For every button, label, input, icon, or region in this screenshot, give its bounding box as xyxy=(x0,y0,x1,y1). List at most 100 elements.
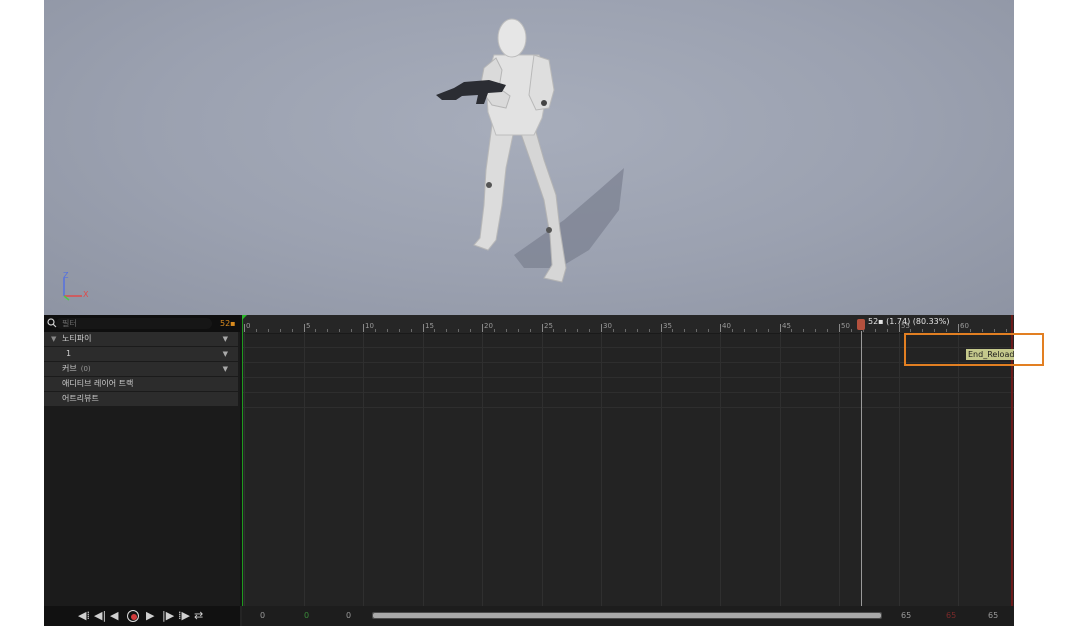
ruler-minor-tick xyxy=(577,329,578,332)
ruler-minor-tick xyxy=(851,329,852,332)
view-start-value[interactable]: 0 xyxy=(260,610,265,622)
character-mannequin-with-weapon xyxy=(436,18,624,283)
record-button[interactable] xyxy=(127,610,139,622)
ruler-minor-tick xyxy=(506,329,507,332)
scrollbar-thumb[interactable] xyxy=(373,613,881,618)
working-end-value[interactable]: 65 xyxy=(946,610,956,622)
ruler-minor-tick xyxy=(994,329,995,332)
filter-input[interactable] xyxy=(56,318,212,329)
ruler-minor-tick xyxy=(530,329,531,332)
head xyxy=(497,18,527,58)
track-row-attributes[interactable]: 어트리뷰트 xyxy=(44,392,238,407)
ruler-minor-tick xyxy=(803,329,804,332)
axis-x-label: X xyxy=(83,290,89,299)
ruler-minor-tick xyxy=(815,329,816,332)
grid-line xyxy=(899,333,900,606)
range-bar: 0 0 0 65 65 65 xyxy=(242,606,1014,626)
ruler-minor-tick xyxy=(625,329,626,332)
ruler-major-tick xyxy=(720,324,721,332)
ruler-minor-tick xyxy=(446,329,447,332)
step-forward-icon[interactable]: |▶ xyxy=(162,609,174,623)
grid-line xyxy=(780,333,781,606)
ruler-label: 30 xyxy=(603,322,612,330)
ruler-minor-tick xyxy=(411,329,412,332)
playhead-label: 52▪ (1.74) (80.33%) xyxy=(868,317,950,326)
grid-line xyxy=(423,333,424,606)
playhead-handle[interactable] xyxy=(857,319,865,330)
track-row-notifies[interactable]: ▼ 노티파이 ▼ xyxy=(44,332,238,347)
track-row-additive-layer[interactable]: 애디티브 레이어 트랙 xyxy=(44,377,238,392)
ruler-minor-tick xyxy=(875,329,876,332)
ruler-minor-tick xyxy=(827,329,828,332)
ruler-minor-tick xyxy=(910,329,911,332)
grid-line xyxy=(304,333,305,606)
ruler-label: 40 xyxy=(722,322,731,330)
animation-editor: Z X 필터 52▪ ▼ 노티파이 ▼ 1 ▼ 커브 (0) ▼ 애디티브 레이… xyxy=(44,0,1014,626)
track-label: 1 xyxy=(66,349,72,358)
range-end-value[interactable]: 65 xyxy=(901,610,911,622)
ruler-minor-tick xyxy=(292,329,293,332)
track-row-1[interactable]: 1 ▼ xyxy=(44,347,238,362)
ruler-label: 0 xyxy=(246,322,251,330)
ruler-minor-tick xyxy=(1006,329,1007,332)
grid-line xyxy=(363,333,364,606)
track-panel: 필터 52▪ ▼ 노티파이 ▼ 1 ▼ 커브 (0) ▼ 애디티브 레이어 트랙 … xyxy=(44,315,240,606)
loop-icon[interactable]: ⇄ xyxy=(194,609,203,623)
track-label: 노티파이 xyxy=(62,334,92,343)
ruler-minor-tick xyxy=(589,329,590,332)
3d-viewport[interactable]: Z X xyxy=(44,0,1014,315)
dropdown-arrow-icon[interactable]: ▼ xyxy=(223,332,228,346)
ruler-minor-tick xyxy=(613,329,614,332)
ruler-minor-tick xyxy=(351,329,352,332)
ruler-minor-tick xyxy=(375,329,376,332)
timeline-scrollbar[interactable] xyxy=(372,612,882,619)
ruler-label: 25 xyxy=(544,322,553,330)
grid-line xyxy=(661,333,662,606)
range-start-value[interactable]: 0 xyxy=(346,610,351,622)
ruler-minor-tick xyxy=(434,329,435,332)
start-marker xyxy=(242,315,243,606)
ruler-major-tick xyxy=(423,324,424,332)
to-start-icon[interactable]: ◀⁞ xyxy=(78,609,90,623)
timeline-area[interactable]: 0 5 10 15 20 25 30 35 40 45 50 55 60 52▪ (1.74) (80.… xyxy=(242,315,1014,606)
ruler-minor-tick xyxy=(315,329,316,332)
ruler-label: 35 xyxy=(663,322,672,330)
ruler-minor-tick xyxy=(494,329,495,332)
ruler-major-tick xyxy=(601,324,602,332)
filter-row: 필터 52▪ xyxy=(44,315,240,332)
play-icon[interactable]: ▶ xyxy=(146,609,154,623)
ruler-minor-tick xyxy=(553,329,554,332)
track-row-curves[interactable]: 커브 (0) ▼ xyxy=(44,362,238,377)
ruler-minor-tick xyxy=(327,329,328,332)
axis-z-label: Z xyxy=(63,271,69,280)
grid-line xyxy=(720,333,721,606)
grid-line xyxy=(839,333,840,606)
ruler-minor-tick xyxy=(696,329,697,332)
ruler-label: 5 xyxy=(306,322,311,330)
ruler-label: 15 xyxy=(425,322,434,330)
playhead-line[interactable] xyxy=(861,331,862,606)
to-end-icon[interactable]: ⁞▶ xyxy=(178,609,190,623)
expand-arrow-icon[interactable]: ▼ xyxy=(51,332,56,346)
dropdown-arrow-icon[interactable]: ▼ xyxy=(223,347,228,361)
play-reverse-icon[interactable]: ◀ xyxy=(110,609,118,623)
transport-bar: ◀⁞ ◀| ◀ ▶ |▶ ⁞▶ ⇄ xyxy=(44,606,240,626)
filter-placeholder: 필터 xyxy=(62,319,77,328)
filter-count: 52▪ xyxy=(220,319,236,328)
ruler-minor-tick xyxy=(672,329,673,332)
grid-line xyxy=(244,333,245,606)
grid-line xyxy=(958,333,959,606)
ruler-minor-tick xyxy=(399,329,400,332)
working-start-value[interactable]: 0 xyxy=(304,610,309,622)
step-back-icon[interactable]: ◀| xyxy=(94,609,106,623)
ruler-minor-tick xyxy=(744,329,745,332)
dropdown-arrow-icon[interactable]: ▼ xyxy=(223,362,228,376)
ruler-major-tick xyxy=(661,324,662,332)
ruler-minor-tick xyxy=(791,329,792,332)
grid-line xyxy=(482,333,483,606)
ruler-major-tick xyxy=(482,324,483,332)
view-end-value[interactable]: 65 xyxy=(988,610,998,622)
ruler-minor-tick xyxy=(970,329,971,332)
ruler-minor-tick xyxy=(649,329,650,332)
ruler-minor-tick xyxy=(637,329,638,332)
